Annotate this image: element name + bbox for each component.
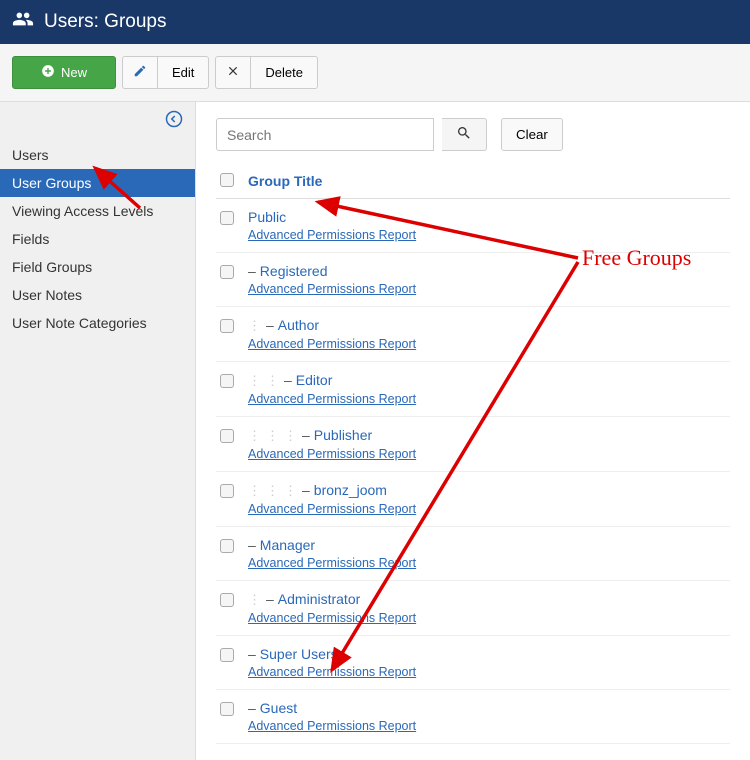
tree-dash-icon: – xyxy=(302,427,310,443)
new-button[interactable]: New xyxy=(12,56,116,89)
clear-button[interactable]: Clear xyxy=(501,118,563,151)
table-row: Public Advanced Permissions Report xyxy=(216,199,730,253)
table-row: ⋮ – Administrator Advanced Permissions Re… xyxy=(216,581,730,636)
sidebar-item-fields[interactable]: Fields xyxy=(0,225,195,253)
group-link[interactable]: Manager xyxy=(260,537,315,553)
main-content: Clear Group Title Public Advanced Permiss… xyxy=(196,102,750,760)
tree-dash-icon: – xyxy=(248,700,256,716)
checkbox-all[interactable] xyxy=(220,173,234,187)
row-checkbox[interactable] xyxy=(220,484,234,498)
tree-dash-icon: – xyxy=(302,482,310,498)
group-link[interactable]: Editor xyxy=(296,372,333,388)
search-icon xyxy=(456,129,472,144)
sidebar-collapse-button[interactable] xyxy=(0,102,195,141)
tree-dash-icon: – xyxy=(248,646,256,662)
tree-dash-icon: – xyxy=(284,372,292,388)
sidebar-item-user-notes[interactable]: User Notes xyxy=(0,281,195,309)
group-link[interactable]: Registered xyxy=(260,263,328,279)
row-checkbox[interactable] xyxy=(220,374,234,388)
sidebar-item-users[interactable]: Users xyxy=(0,141,195,169)
table-row: – Manager Advanced Permissions Report xyxy=(216,527,730,581)
permissions-report-link[interactable]: Advanced Permissions Report xyxy=(248,282,726,296)
table-row: – Registered Advanced Permissions Report xyxy=(216,253,730,307)
group-link[interactable]: Public xyxy=(248,209,286,225)
row-checkbox[interactable] xyxy=(220,429,234,443)
column-header-title[interactable]: Group Title xyxy=(248,173,322,189)
row-checkbox[interactable] xyxy=(220,539,234,553)
edit-button-group: Edit xyxy=(122,56,209,89)
delete-icon-button[interactable] xyxy=(215,56,250,89)
group-link[interactable]: Author xyxy=(278,317,319,333)
tree-dash-icon: – xyxy=(266,591,274,607)
tree-indent-icon: ⋮ xyxy=(248,318,262,334)
sidebar-item-viewing-access-levels[interactable]: Viewing Access Levels xyxy=(0,197,195,225)
table-row: ⋮ ⋮ ⋮ – Publisher Advanced Permissions Re… xyxy=(216,417,730,472)
tree-dash-icon: – xyxy=(248,537,256,553)
tree-indent-icon: ⋮ xyxy=(284,428,298,444)
table-row: – Super Users Advanced Permissions Report xyxy=(216,636,730,690)
row-checkbox[interactable] xyxy=(220,265,234,279)
row-checkbox[interactable] xyxy=(220,702,234,716)
tree-indent-icon: ⋮ xyxy=(248,373,262,389)
table-header: Group Title xyxy=(216,163,730,199)
sidebar-item-user-groups[interactable]: User Groups xyxy=(0,169,195,197)
group-link[interactable]: Publisher xyxy=(314,427,372,443)
table-row: ⋮ ⋮ – Editor Advanced Permissions Report xyxy=(216,362,730,417)
groups-table: Group Title Public Advanced Permissions R… xyxy=(216,163,730,744)
group-link[interactable]: Administrator xyxy=(278,591,360,607)
permissions-report-link[interactable]: Advanced Permissions Report xyxy=(248,719,726,733)
edit-button[interactable]: Edit xyxy=(157,56,209,89)
permissions-report-link[interactable]: Advanced Permissions Report xyxy=(248,337,726,351)
close-icon xyxy=(226,64,240,81)
row-checkbox[interactable] xyxy=(220,648,234,662)
tree-indent-icon: ⋮ xyxy=(266,483,280,499)
search-button[interactable] xyxy=(442,118,487,151)
delete-button-group: Delete xyxy=(215,56,318,89)
tree-dash-icon: – xyxy=(248,263,256,279)
permissions-report-link[interactable]: Advanced Permissions Report xyxy=(248,611,726,625)
permissions-report-link[interactable]: Advanced Permissions Report xyxy=(248,556,726,570)
edit-icon-button[interactable] xyxy=(122,56,157,89)
sidebar-item-user-note-categories[interactable]: User Note Categories xyxy=(0,309,195,337)
tree-indent-icon: ⋮ xyxy=(266,373,280,389)
table-row: ⋮ – Author Advanced Permissions Report xyxy=(216,307,730,362)
group-link[interactable]: bronz_joom xyxy=(314,482,387,498)
page-header: Users: Groups xyxy=(0,0,750,44)
group-link[interactable]: Guest xyxy=(260,700,297,716)
tree-indent-icon: ⋮ xyxy=(248,592,262,608)
permissions-report-link[interactable]: Advanced Permissions Report xyxy=(248,502,726,516)
table-row: – Guest Advanced Permissions Report xyxy=(216,690,730,744)
tree-indent-icon: ⋮ xyxy=(284,483,298,499)
tree-indent-icon: ⋮ xyxy=(248,483,262,499)
row-checkbox[interactable] xyxy=(220,593,234,607)
row-checkbox[interactable] xyxy=(220,319,234,333)
users-icon xyxy=(12,8,34,36)
new-button-label: New xyxy=(61,65,87,80)
delete-button[interactable]: Delete xyxy=(250,56,318,89)
tree-dash-icon: – xyxy=(266,317,274,333)
page-title: Users: Groups xyxy=(44,11,166,33)
search-input[interactable] xyxy=(216,118,434,151)
permissions-report-link[interactable]: Advanced Permissions Report xyxy=(248,665,726,679)
sidebar: UsersUser GroupsViewing Access LevelsFie… xyxy=(0,102,196,760)
search-row: Clear xyxy=(216,118,730,151)
table-row: ⋮ ⋮ ⋮ – bronz_joom Advanced Permissions R… xyxy=(216,472,730,527)
row-checkbox[interactable] xyxy=(220,211,234,225)
tree-indent-icon: ⋮ xyxy=(248,428,262,444)
edit-icon xyxy=(133,64,147,81)
arrow-left-circle-icon xyxy=(165,112,183,132)
sidebar-item-field-groups[interactable]: Field Groups xyxy=(0,253,195,281)
permissions-report-link[interactable]: Advanced Permissions Report xyxy=(248,392,726,406)
permissions-report-link[interactable]: Advanced Permissions Report xyxy=(248,447,726,461)
toolbar: New Edit Delete xyxy=(0,44,750,102)
plus-icon xyxy=(41,64,55,81)
permissions-report-link[interactable]: Advanced Permissions Report xyxy=(248,228,726,242)
tree-indent-icon: ⋮ xyxy=(266,428,280,444)
group-link[interactable]: Super Users xyxy=(260,646,338,662)
